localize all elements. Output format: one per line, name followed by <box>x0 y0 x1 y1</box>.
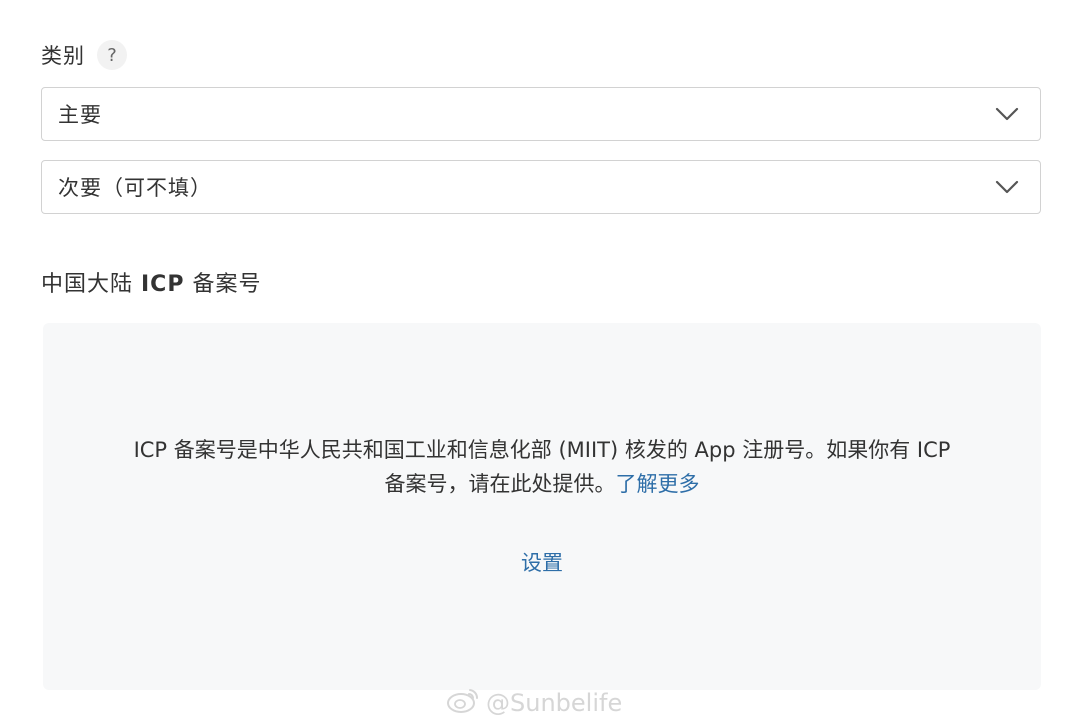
chevron-down-icon <box>994 101 1020 127</box>
icp-description-line1: ICP 备案号是中华人民共和国工业和信息化部 (MIIT) 核发的 App 注册… <box>133 438 951 462</box>
help-icon[interactable]: ? <box>97 40 127 70</box>
watermark: @Sunbelife <box>446 686 622 720</box>
weibo-icon <box>446 686 480 720</box>
icp-panel: ICP 备案号是中华人民共和国工业和信息化部 (MIIT) 核发的 App 注册… <box>43 323 1041 690</box>
watermark-text: @Sunbelife <box>486 689 623 717</box>
primary-category-value: 主要 <box>58 103 102 127</box>
learn-more-link[interactable]: 了解更多 <box>616 472 700 496</box>
icp-section-title: 中国大陆 ICP 备案号 <box>41 266 261 298</box>
category-label: 类别 <box>41 44 85 68</box>
chevron-down-icon <box>994 174 1020 200</box>
icp-title-bold: ICP <box>141 272 185 297</box>
icp-description-line2: 备案号，请在此处提供。 <box>384 472 616 496</box>
icp-description: ICP 备案号是中华人民共和国工业和信息化部 (MIIT) 核发的 App 注册… <box>73 433 1011 501</box>
secondary-category-select[interactable]: 次要（可不填） <box>41 160 1041 214</box>
primary-category-select[interactable]: 主要 <box>41 87 1041 141</box>
setup-link[interactable]: 设置 <box>43 547 1041 577</box>
category-header: 类别 ? <box>41 40 127 70</box>
icp-title-suffix: 备案号 <box>184 272 262 297</box>
icp-title-prefix: 中国大陆 <box>41 272 141 297</box>
secondary-category-value: 次要（可不填） <box>58 176 212 200</box>
